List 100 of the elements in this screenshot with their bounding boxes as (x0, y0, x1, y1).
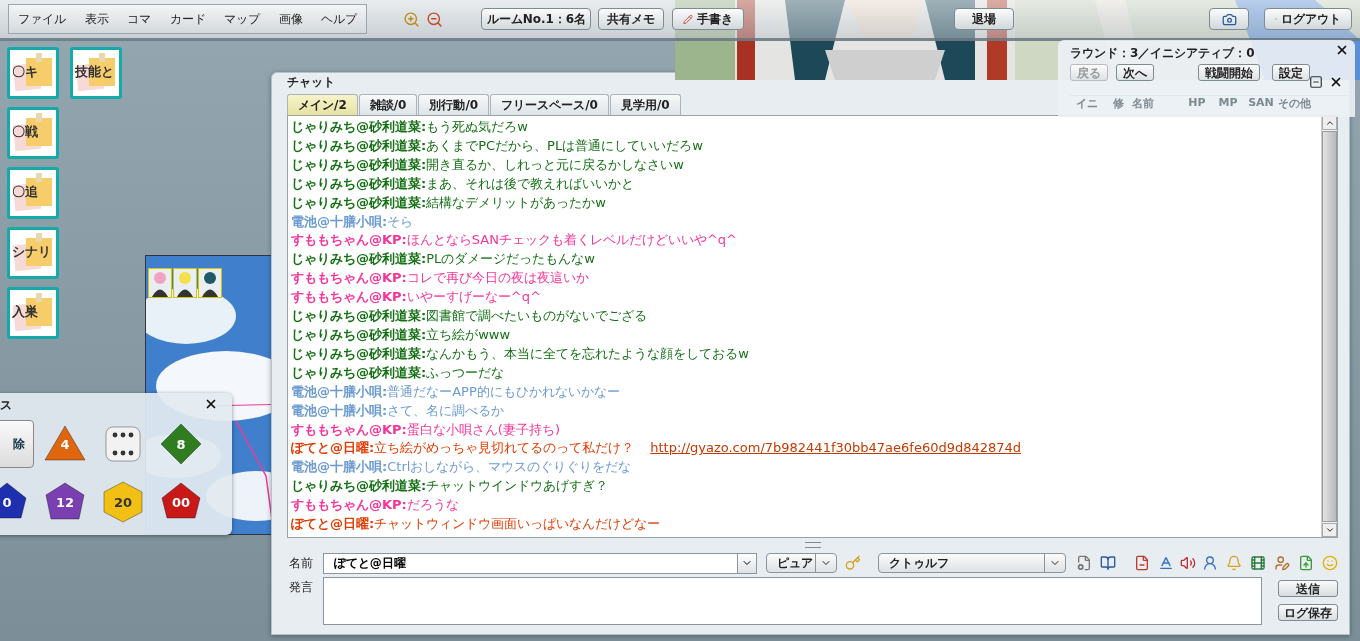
column-header: 修 (1111, 96, 1125, 112)
initiative-button[interactable]: 戦闘開始 (1198, 64, 1260, 81)
chat-message: 電池@十膳小唄:さて、名に調べるか (291, 401, 506, 420)
chat-message: じゃりみち@砂利道菜:なんかもう、本当に全てを忘れたような顔をしておるw (291, 344, 750, 363)
chat-message: じゃりみち@砂利道菜:開き直るか、しれっと元に戻るかしなさいw (291, 155, 685, 174)
menu-item[interactable]: 表示 (82, 8, 111, 30)
chat-message: すももちゃん@KP:いやーすげーなー^q^ (291, 288, 542, 307)
chat-tab[interactable]: 雑談/0 (358, 94, 418, 115)
sticky-note-icon (12, 52, 54, 94)
zoom-out-icon[interactable] (426, 10, 444, 28)
close-button[interactable] (1329, 75, 1343, 89)
logout-button[interactable]: ログアウト (1264, 8, 1352, 30)
character-token[interactable] (173, 268, 197, 298)
character-token[interactable] (148, 268, 172, 298)
system-select[interactable]: クトゥルフ (878, 553, 1066, 573)
file-gear-icon[interactable] (1076, 555, 1092, 571)
window-title: チャット (287, 74, 335, 91)
chat-message: すももちゃん@KP:蛋白な小唄さん(妻子持ち) (291, 420, 561, 439)
color-select[interactable]: ピュア (765, 553, 838, 573)
card-label: 技能と (75, 63, 114, 81)
menu-item[interactable]: 画像 (276, 8, 305, 30)
card[interactable]: 〇戦 (7, 107, 59, 159)
chat-message: じゃりみち@砂利道菜:チャットウインドウあげすぎ？ (291, 477, 610, 496)
card-label: 〇キ (12, 63, 38, 81)
menu-item[interactable]: ファイル (16, 8, 69, 30)
chat-message: じゃりみち@砂利道菜:結構なデメリットがあったかw (291, 193, 607, 212)
card[interactable]: シナリ (7, 227, 59, 279)
caret-up-icon[interactable] (1324, 118, 1335, 128)
caret-down-icon[interactable] (1324, 525, 1335, 535)
person-edit-icon[interactable] (1274, 555, 1290, 571)
chat-message: じゃりみち@砂利道菜:あくまでPCだから、PLは普通にしていいだろw (291, 136, 704, 155)
chat-tab[interactable]: メイン/2 (287, 94, 358, 115)
minimize-button[interactable] (1309, 75, 1323, 89)
window-title: ラウンド：3／イニシアティブ：0 (1070, 45, 1255, 61)
card[interactable]: 〇キ (7, 47, 59, 99)
sticky-note-icon (12, 112, 54, 154)
die[interactable]: 8 (159, 422, 203, 466)
chat-message: 電池@十膳小唄:Ctrlおしながら、マウスのぐりぐりをだな (291, 458, 633, 477)
chat-message: すももちゃん@KP:ほんとならSANチェックも着くレベルだけどいいや^q^ (291, 231, 738, 250)
link[interactable]: http://gyazo.com/7b982441f30bb47ae6fe60d9d842874d (650, 440, 1022, 456)
exit-button[interactable]: 退場 (954, 8, 1015, 30)
chat-message: じゃりみち@砂利道菜:PLのダメージだったもんなw (291, 250, 596, 269)
message-field[interactable] (322, 577, 1262, 625)
column-header: HP (1187, 96, 1207, 111)
draw-button[interactable]: 手書き (672, 8, 745, 30)
message-label: 発言 (288, 579, 314, 596)
film-icon[interactable] (1250, 555, 1266, 571)
menu-item[interactable]: ヘルプ (319, 8, 360, 30)
column-header: MP (1217, 96, 1239, 111)
column-header: SAN (1247, 96, 1275, 111)
book-icon[interactable] (1100, 555, 1116, 571)
file-upload-icon[interactable] (1298, 555, 1314, 571)
chat-message: すももちゃん@KP:だろうな (291, 496, 460, 515)
window-title: ス (0, 397, 12, 414)
chat-tab[interactable]: フリースペース/0 (490, 94, 609, 115)
card-label: 入巣 (12, 303, 38, 321)
sticky-note-icon (12, 172, 54, 214)
menu-item[interactable]: コマ (125, 8, 154, 30)
chat-message: じゃりみち@砂利道菜:もう死ぬ気だろw (291, 118, 529, 136)
camera-icon (1221, 11, 1237, 27)
delete-button[interactable]: 除 (0, 420, 34, 468)
close-button[interactable] (1335, 43, 1349, 57)
chat-message: 電池@十膳小唄:普通だなーAPP的にもひかれないかなー (291, 382, 621, 401)
chat-message: じゃりみち@砂利道菜:図書館で調べたいものがないでござる (291, 307, 649, 326)
character-token[interactable] (198, 268, 222, 298)
menu-item[interactable]: マップ (222, 8, 263, 30)
save-log-button[interactable]: ログ保存 (1278, 604, 1338, 621)
menu-item[interactable]: カード (167, 8, 208, 30)
die[interactable]: 20 (101, 480, 145, 524)
send-button[interactable]: 送信 (1278, 580, 1338, 597)
sticky-note-icon (12, 292, 54, 334)
close-button[interactable] (204, 397, 218, 411)
card-label: 〇追 (12, 183, 38, 201)
initiative-button[interactable]: 次へ (1116, 64, 1154, 81)
initiative-button[interactable]: 設定 (1272, 64, 1310, 81)
dropdown-button[interactable] (737, 552, 757, 574)
font-icon[interactable] (1158, 555, 1174, 571)
chat-tab[interactable]: 別行動/0 (418, 94, 490, 115)
person-icon[interactable] (1202, 555, 1218, 571)
card[interactable]: 入巣 (7, 287, 59, 339)
column-header: 名前 (1132, 96, 1155, 112)
chat-message: じゃりみち@砂利道菜:まあ、それは後で教えればいいかと (291, 174, 636, 193)
name-field[interactable]: ぽてと@日曜 (322, 552, 738, 574)
zoom-in-icon[interactable] (403, 10, 421, 28)
chat-tab[interactable]: 見学用/0 (609, 94, 681, 115)
memo-button[interactable]: 共有メモ (598, 8, 665, 30)
chat-message: すももちゃん@KP:コレで再び今日の夜は夜這いか (291, 269, 590, 288)
chat-message: ぽてと@日曜:チャットウィンドウ画面いっぱいなんだけどなー (291, 515, 662, 534)
file-minus-icon[interactable] (1134, 555, 1150, 571)
card-label: 〇戦 (12, 123, 38, 141)
sticky-note-icon (12, 232, 54, 274)
scrollbar[interactable] (1321, 116, 1337, 537)
card[interactable]: 技能と (70, 47, 122, 99)
camera-button[interactable] (1209, 8, 1249, 30)
room-button[interactable]: ルームNo.1：6名 (481, 8, 592, 30)
card[interactable]: 〇追 (7, 167, 59, 219)
chat-message: じゃりみち@砂利道菜:立ち絵がwww (291, 325, 512, 344)
chat-message: 電池@十膳小唄:そら (291, 212, 415, 231)
sticky-note-icon (75, 52, 117, 94)
speaker-icon[interactable] (1180, 555, 1196, 571)
